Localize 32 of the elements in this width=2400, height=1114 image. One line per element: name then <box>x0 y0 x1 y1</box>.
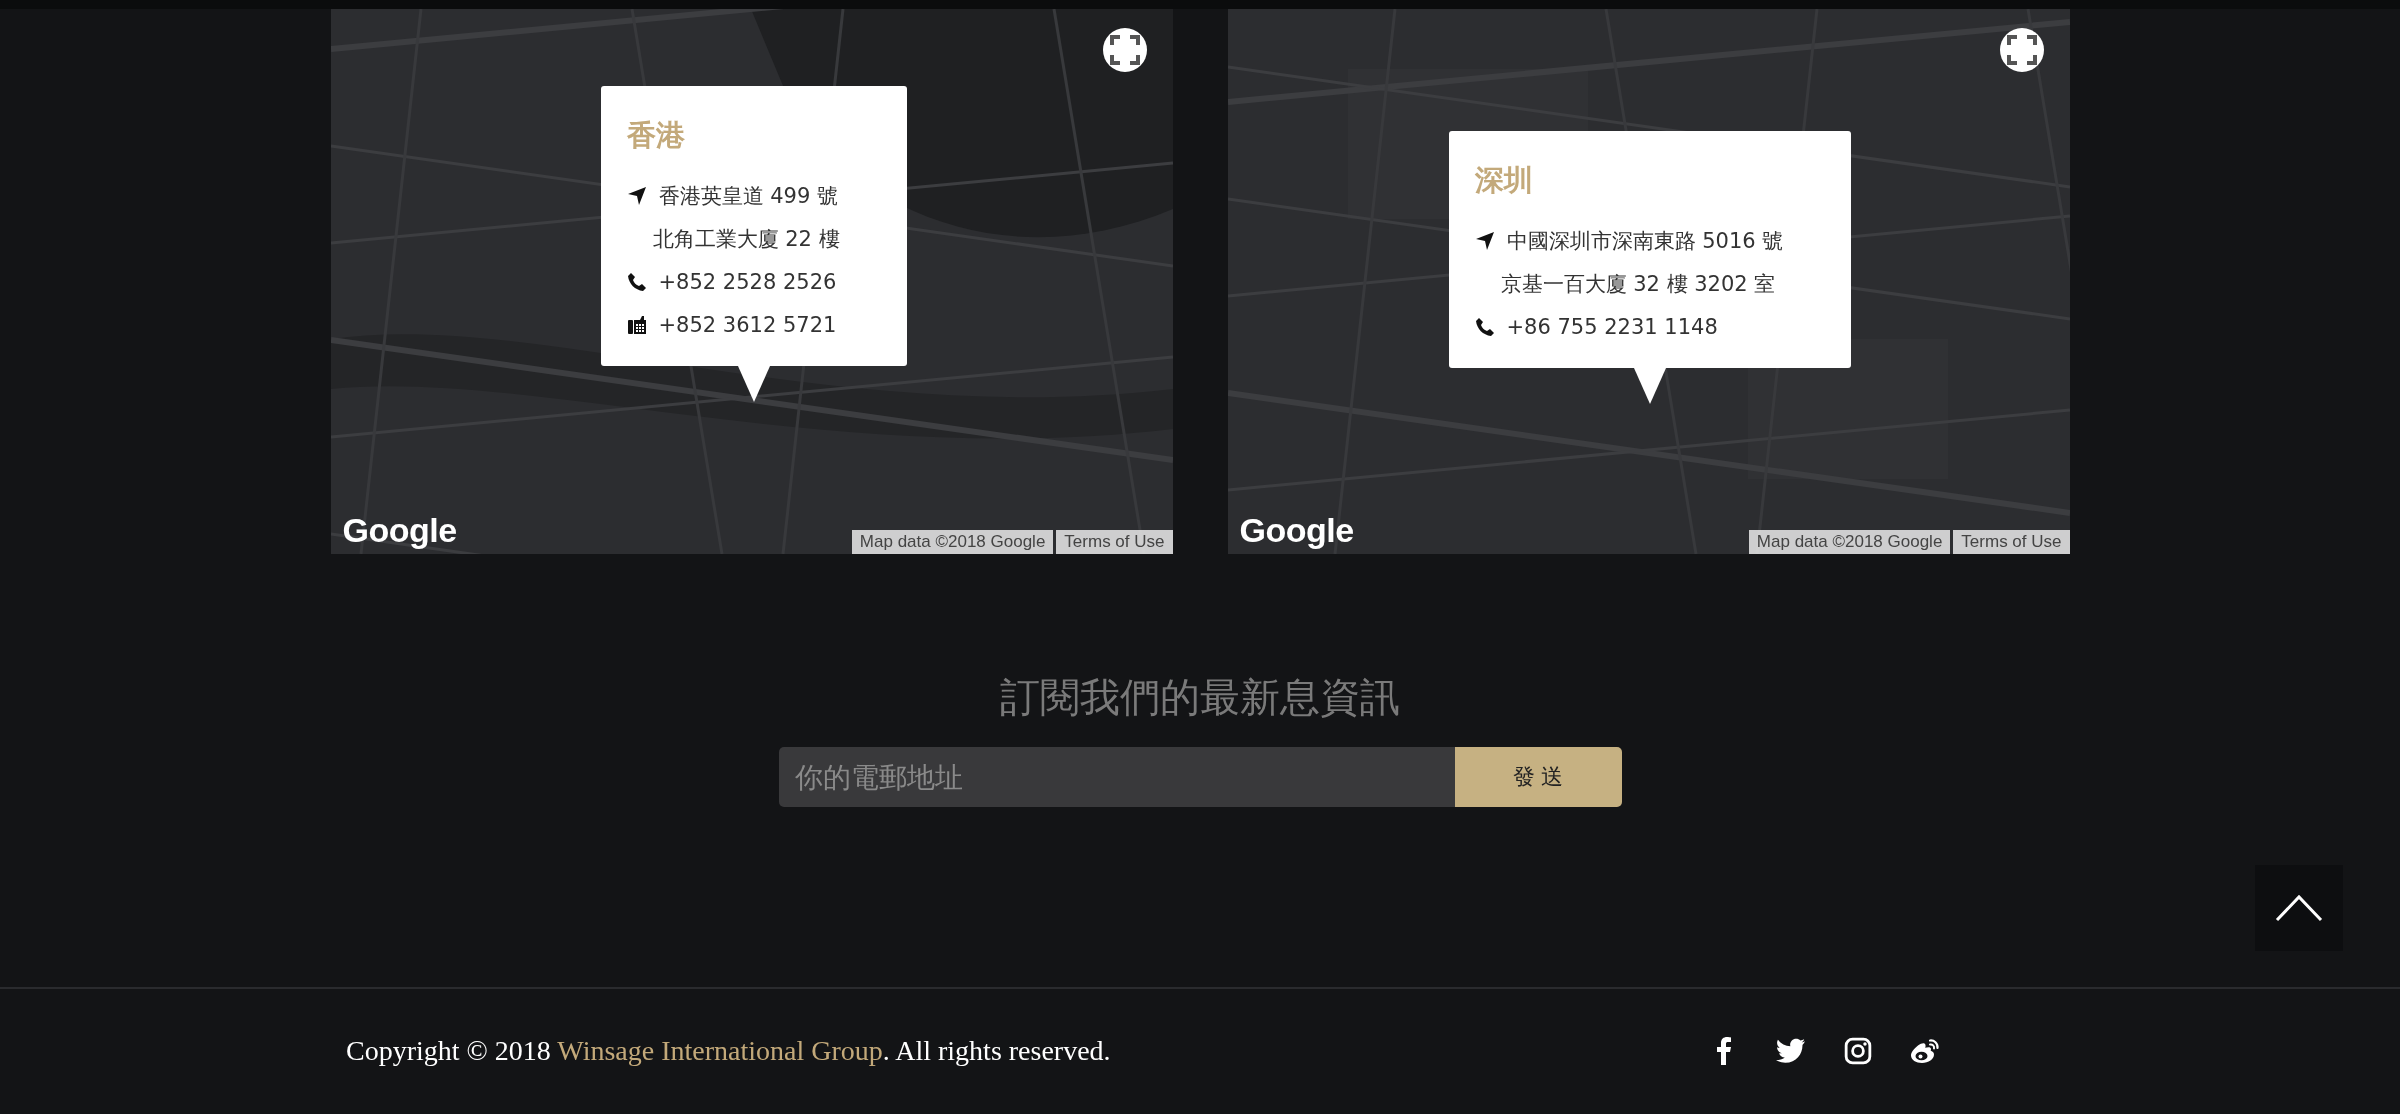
address-text: 北角工業大廈 22 樓 <box>652 225 840 253</box>
fullscreen-icon <box>2006 35 2037 65</box>
email-field[interactable]: 你的電郵地址 <box>778 747 1455 807</box>
address-text: 中國深圳市深南東路 5016 號 <box>1506 227 1784 255</box>
fax-number: +852 3612 5721 <box>658 312 837 337</box>
map-attribution: Map data ©2018 Google <box>851 530 1054 554</box>
submit-button[interactable]: 發 送 <box>1454 747 1622 807</box>
copyright-text: Copyright © 2018 Winsage International Group. All rights reserved. <box>346 1035 1111 1067</box>
address-text: 京基一百大廈 32 樓 3202 室 <box>1500 270 1776 298</box>
twitter-icon[interactable] <box>1776 1037 1806 1065</box>
weibo-icon[interactable] <box>1910 1037 1940 1065</box>
chevron-up-icon <box>2275 894 2323 922</box>
map-attribution: Map data ©2018 Google <box>1748 530 1951 554</box>
back-to-top-button[interactable] <box>2255 865 2343 951</box>
newsletter-heading: 訂閱我們的最新息資訊 <box>1000 674 1400 722</box>
popup-title: 香港 <box>626 117 686 154</box>
address-text: 香港英皇道 499 號 <box>658 182 838 210</box>
phone-number: +86 755 2231 1148 <box>1506 314 1718 339</box>
phone-icon <box>626 271 647 292</box>
company-link[interactable]: Winsage International Group <box>557 1035 883 1066</box>
map-logo: Google <box>342 511 457 550</box>
map-logo: Google <box>1239 511 1354 550</box>
navigation-arrow-icon <box>1474 230 1495 251</box>
navigation-arrow-icon <box>626 185 647 206</box>
fax-icon <box>626 314 647 335</box>
fullscreen-icon <box>1109 35 1140 65</box>
instagram-icon[interactable] <box>1843 1037 1873 1065</box>
phone-number: +852 2528 2526 <box>658 269 837 294</box>
popup-title: 深圳 <box>1474 162 1534 199</box>
phone-icon <box>1474 316 1495 337</box>
terms-link[interactable]: Terms of Use <box>1953 530 2070 554</box>
terms-link[interactable]: Terms of Use <box>1056 530 1173 554</box>
